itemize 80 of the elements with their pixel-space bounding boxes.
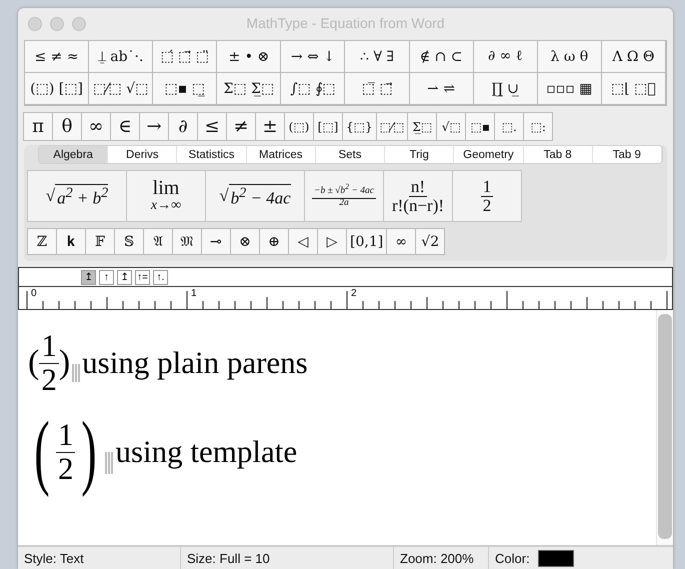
symbol-button[interactable]: 𝔄 [143, 228, 173, 255]
symbol-button[interactable]: [⬚] [313, 112, 343, 141]
palette-button[interactable]: ∫⬚ ∮⬚ [281, 73, 346, 105]
style-status: Style: Text [24, 550, 84, 566]
symbol-button[interactable]: ∞ [386, 228, 416, 255]
zoom-status: Zoom: 200% [400, 550, 474, 566]
palette-button[interactable]: ≤ ≠ ≈ [25, 41, 90, 73]
close-button[interactable] [28, 17, 42, 31]
palette-button[interactable]: ± • ⊗ [217, 41, 282, 73]
symbol-button[interactable]: ∂ [168, 112, 198, 141]
sqrt-template-button[interactable]: √a$^{2}$ + b$^{2}$ [27, 170, 127, 222]
symbol-button[interactable]: π [23, 112, 53, 141]
zoom-button[interactable] [72, 17, 86, 31]
symbol-button[interactable]: → [139, 112, 169, 141]
ruler-label: 2 [351, 288, 357, 299]
symbol-button[interactable]: {⬚} [342, 112, 377, 141]
tab-stop-button[interactable]: ↥ [81, 270, 96, 285]
symbol-button[interactable]: ⊕ [259, 228, 289, 255]
symbol-button[interactable]: [0,1] [346, 228, 388, 255]
symbol-button[interactable]: ⊸ [201, 228, 231, 255]
palette-button[interactable]: ⬚⌊ ⬚⃞ [602, 73, 666, 105]
symbol-button[interactable]: ◁ [288, 228, 318, 255]
symbol-button[interactable]: √⬚ [436, 112, 466, 141]
symbol-button[interactable]: ∞ [81, 112, 111, 141]
palette-button[interactable]: ∂ ∞ ℓ [474, 41, 538, 73]
palette-button[interactable]: (⬚) [⬚] [25, 73, 90, 105]
ruler-label: 0 [31, 288, 37, 299]
symbol-button[interactable]: 𝔽 [85, 228, 115, 255]
equation-text: using template [115, 434, 298, 470]
fraction-template-button[interactable]: −b ± √b$^{2}$ − 4ac 2a [304, 170, 384, 222]
palette-button[interactable]: ⬚̅ ⬚⃗ [345, 73, 410, 105]
symbol-button[interactable]: (⬚) [284, 112, 314, 141]
palette-button[interactable]: ⬚́ ⬚⃗ ⬚̈ [153, 41, 218, 73]
symbol-button[interactable]: θ [52, 112, 82, 141]
fraction-template-button[interactable]: n! r!(n−r)! [383, 170, 453, 222]
symbol-button[interactable]: ≤ [197, 112, 227, 141]
palette-tab[interactable]: Algebra [39, 146, 108, 163]
tab-stop-button[interactable]: ↑. [153, 270, 168, 285]
palette-button[interactable]: Λ Ω Θ [602, 41, 666, 73]
symbol-button[interactable]: ± [255, 112, 285, 141]
color-label: Color: [495, 550, 530, 566]
symbol-button[interactable]: ∈ [110, 112, 140, 141]
symbol-button[interactable]: 𝔐 [172, 228, 202, 255]
symbol-button[interactable]: 𝐤 [56, 228, 86, 255]
symbol-button[interactable]: ℤ [27, 228, 57, 255]
palette-button[interactable]: ⍊ ab˙·. [89, 41, 154, 73]
scrollbar-thumb[interactable] [658, 314, 672, 539]
symbol-button[interactable]: Σ̲⬚ [407, 112, 438, 141]
palette-button[interactable]: ∏̲ ∪̲ [474, 73, 538, 105]
palette-button[interactable]: Σ⬚ Σ̲⬚ [217, 73, 282, 105]
palette-button[interactable]: λ ω θ [538, 41, 602, 73]
palette-button[interactable]: ▫▫▫ ▦ [538, 73, 602, 105]
equation-text: using plain parens [82, 345, 308, 382]
symbol-button[interactable]: √2 [415, 228, 446, 255]
palette-button[interactable]: ⬚▪ ⬚̲ [153, 73, 218, 105]
insertion-marker [105, 452, 114, 474]
symbol-button[interactable]: ⊗ [230, 228, 260, 255]
symbol-button[interactable]: ⬚: [523, 112, 554, 141]
palette-button[interactable]: ∴ ∀ ∃ [345, 41, 410, 73]
palette-button[interactable]: → ⇔ ↓ [281, 41, 346, 73]
palette-button[interactable]: ⇀ ⇌ [410, 73, 474, 105]
symbol-button[interactable]: ⬚▪ [465, 112, 496, 141]
fraction-template-button[interactable]: 1 2 [452, 170, 522, 222]
tab-stop-button[interactable]: ↑= [135, 270, 150, 285]
symbol-button[interactable]: ▷ [317, 228, 347, 255]
color-swatch[interactable] [538, 550, 574, 566]
size-status: Size: Full = 10 [187, 550, 270, 566]
symbol-button[interactable]: 𝕊 [114, 228, 144, 255]
palette-button[interactable]: ∉ ∩ ⊂ [410, 41, 474, 73]
limit-template-button[interactable]: lim x→∞ [126, 170, 206, 222]
minimize-button[interactable] [50, 17, 64, 31]
symbol-button[interactable]: ≠ [226, 112, 256, 141]
tab-stop-button[interactable]: ↑ [99, 270, 114, 285]
tab-stop-button[interactable]: ↥ [117, 270, 132, 285]
palette-button[interactable]: ⬚⁄⬚ √⬚ [89, 73, 154, 105]
insertion-marker [72, 364, 80, 382]
sqrt-template-button[interactable]: √b$^{2}$ − 4ac [205, 170, 305, 222]
symbol-button[interactable]: ⬚. [494, 112, 524, 141]
ruler-label: 1 [191, 288, 197, 299]
symbol-button[interactable]: ⬚⁄⬚ [376, 112, 408, 141]
